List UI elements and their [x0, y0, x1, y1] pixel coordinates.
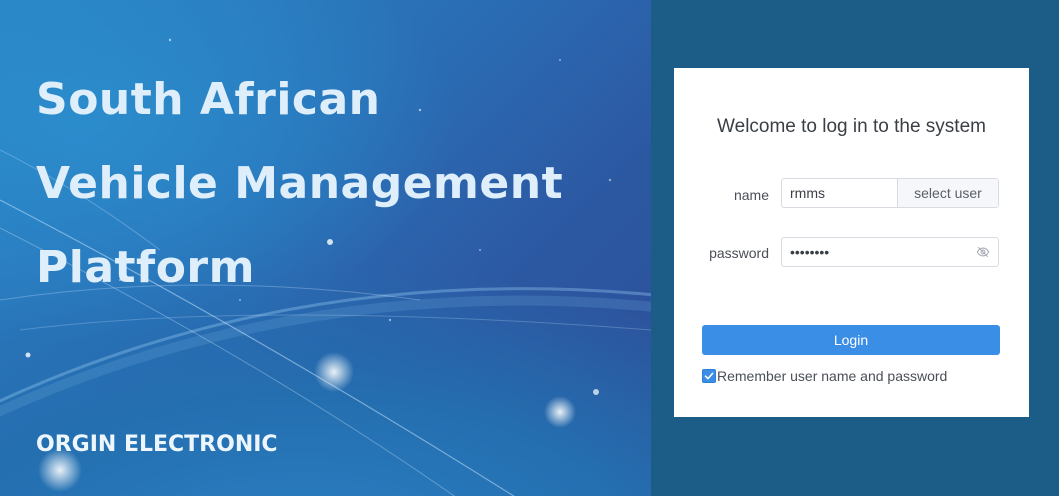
remember-checkbox[interactable]: [702, 369, 716, 383]
password-label: password: [709, 245, 769, 261]
password-field-group: [781, 237, 999, 267]
login-button[interactable]: Login: [702, 325, 1000, 355]
login-page: South African Vehicle Management Platfor…: [0, 0, 1059, 496]
hero-panel: South African Vehicle Management Platfor…: [0, 0, 651, 496]
platform-title-line: South African: [36, 74, 381, 125]
welcome-heading: Welcome to log in to the system: [717, 116, 986, 137]
select-user-button[interactable]: select user: [897, 179, 998, 207]
platform-title-line: Platform: [36, 242, 255, 293]
platform-title: South African Vehicle Management Platfor…: [36, 58, 636, 310]
name-label: name: [733, 187, 769, 203]
password-input[interactable]: [782, 238, 968, 266]
name-field-group: select user: [781, 178, 999, 208]
remember-label: Remember user name and password: [717, 368, 948, 384]
checkmark-icon: [704, 372, 714, 380]
login-card: Welcome to log in to the system name sel…: [674, 68, 1029, 417]
remember-me-option[interactable]: Remember user name and password: [702, 368, 947, 384]
eye-off-icon[interactable]: [968, 238, 998, 266]
name-input[interactable]: [782, 179, 897, 207]
company-brand: ORGIN ELECTRONIC: [36, 432, 278, 457]
platform-title-line: Vehicle Management: [36, 158, 564, 209]
